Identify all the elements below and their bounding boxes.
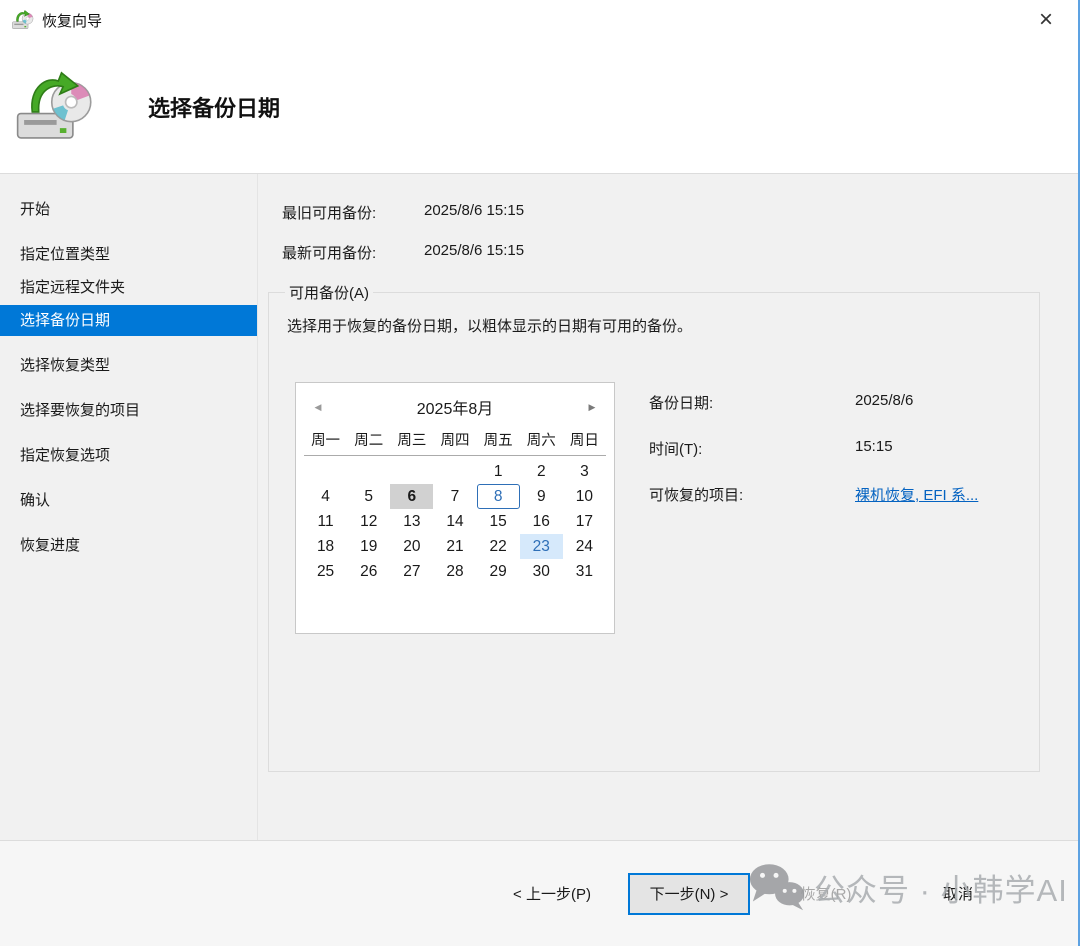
detail-row: 时间(T):15:15 — [649, 438, 978, 459]
calendar-day-10[interactable]: 10 — [563, 484, 606, 509]
close-button[interactable]: × — [1030, 4, 1062, 36]
calendar-day-5[interactable]: 5 — [347, 484, 390, 509]
calendar-day-header: 周四 — [433, 429, 476, 450]
recover-button: 恢复(R) — [770, 875, 882, 913]
sidebar-step-6: 选择要恢复的项目 — [0, 395, 257, 426]
detail-row: 备份日期:2025/8/6 — [649, 392, 978, 413]
calendar-day-11[interactable]: 11 — [304, 509, 347, 534]
calendar-day-29[interactable]: 29 — [477, 559, 520, 584]
calendar-day-8[interactable]: 8 — [477, 484, 520, 509]
calendar-header: ◀ 2025年8月 ▶ — [310, 395, 600, 419]
calendar-day-24[interactable]: 24 — [563, 534, 606, 559]
calendar-day-2[interactable]: 2 — [520, 459, 563, 484]
summary-row: 最旧可用备份:2025/8/6 15:15 — [282, 202, 1040, 223]
calendar-next-icon[interactable]: ▶ — [584, 402, 600, 413]
calendar-day-27[interactable]: 27 — [390, 559, 433, 584]
calendar-day-headers: 周一周二周三周四周五周六周日 — [304, 429, 606, 456]
detail-value: 2025/8/6 — [855, 392, 913, 413]
wizard-body: 开始指定位置类型指定远程文件夹选择备份日期选择恢复类型选择要恢复的项目指定恢复选… — [0, 174, 1078, 840]
calendar-day-20[interactable]: 20 — [390, 534, 433, 559]
wizard-footer: < 上一步(P) 下一步(N) > 恢复(R) 取消 — [0, 840, 1078, 946]
titlebar: 恢复向导 × — [0, 0, 1078, 40]
window-title: 恢复向导 — [42, 10, 102, 31]
sidebar-step-9: 恢复进度 — [0, 530, 257, 561]
detail-label: 备份日期: — [649, 392, 855, 413]
calendar-day-3[interactable]: 3 — [563, 459, 606, 484]
calendar-day-30[interactable]: 30 — [520, 559, 563, 584]
page-title: 选择备份日期 — [148, 91, 280, 123]
calendar-day-12[interactable]: 12 — [347, 509, 390, 534]
calendar: ◀ 2025年8月 ▶ 周一周二周三周四周五周六周日 1234567891011… — [295, 382, 615, 634]
summary-value: 2025/8/6 15:15 — [424, 202, 524, 223]
calendar-day-header: 周三 — [390, 429, 433, 450]
calendar-day-header: 周六 — [520, 429, 563, 450]
wizard-header: 选择备份日期 — [0, 40, 1078, 174]
available-backups-groupbox: 可用备份(A) 选择用于恢复的备份日期，以粗体显示的日期有可用的备份。 ◀ 20… — [268, 282, 1040, 772]
calendar-day-header: 周日 — [563, 429, 606, 450]
calendar-day-14[interactable]: 14 — [433, 509, 476, 534]
sidebar-step-3: 指定远程文件夹 — [0, 272, 257, 303]
calendar-day-13[interactable]: 13 — [390, 509, 433, 534]
backup-drive-icon — [16, 68, 94, 146]
calendar-prev-icon[interactable]: ◀ — [310, 402, 326, 413]
cancel-button[interactable]: 取消 — [902, 875, 1014, 913]
calendar-day-4[interactable]: 4 — [304, 484, 347, 509]
sidebar-step-2: 指定位置类型 — [0, 239, 257, 270]
calendar-day-18[interactable]: 18 — [304, 534, 347, 559]
calendar-day-empty — [433, 459, 476, 484]
calendar-month-label: 2025年8月 — [326, 395, 584, 419]
calendar-day-23[interactable]: 23 — [520, 534, 563, 559]
calendar-day-empty — [347, 459, 390, 484]
next-button[interactable]: 下一步(N) > — [628, 873, 750, 915]
groupbox-legend: 可用备份(A) — [285, 282, 373, 303]
groupbox-description: 选择用于恢复的备份日期，以粗体显示的日期有可用的备份。 — [287, 315, 1023, 336]
calendar-day-28[interactable]: 28 — [433, 559, 476, 584]
calendar-day-22[interactable]: 22 — [477, 534, 520, 559]
calendar-day-17[interactable]: 17 — [563, 509, 606, 534]
detail-row: 可恢复的项目:裸机恢复, EFI 系... — [649, 484, 978, 505]
app-icon — [12, 9, 34, 31]
sidebar-step-4-selected: 选择备份日期 — [0, 305, 257, 336]
calendar-day-15[interactable]: 15 — [477, 509, 520, 534]
sidebar-step-7: 指定恢复选项 — [0, 440, 257, 471]
back-button[interactable]: < 上一步(P) — [496, 875, 608, 913]
calendar-day-header: 周一 — [304, 429, 347, 450]
calendar-day-26[interactable]: 26 — [347, 559, 390, 584]
summary-row: 最新可用备份:2025/8/6 15:15 — [282, 242, 1040, 263]
summary-value: 2025/8/6 15:15 — [424, 242, 524, 263]
detail-label: 时间(T): — [649, 438, 855, 459]
sidebar-step-8: 确认 — [0, 485, 257, 516]
calendar-day-31[interactable]: 31 — [563, 559, 606, 584]
detail-label: 可恢复的项目: — [649, 484, 855, 505]
sidebar-step-5: 选择恢复类型 — [0, 350, 257, 381]
calendar-grid: 1234567891011121314151617181920212223242… — [304, 459, 606, 584]
backup-details: 备份日期:2025/8/6 时间(T):15:15 可恢复的项目:裸机恢复, EFI… — [649, 382, 978, 634]
calendar-day-7[interactable]: 7 — [433, 484, 476, 509]
backup-summary: 最旧可用备份:2025/8/6 15:15最新可用备份:2025/8/6 15:… — [282, 202, 1040, 263]
page-content: 最旧可用备份:2025/8/6 15:15最新可用备份:2025/8/6 15:… — [258, 174, 1078, 840]
calendar-day-1[interactable]: 1 — [477, 459, 520, 484]
recovery-wizard-window: 恢复向导 × 选择备份日期 开始指定位置类型指定远程文件夹选择备份日期选择恢复类… — [0, 0, 1080, 946]
recoverable-items-link[interactable]: 裸机恢复, EFI 系... — [855, 484, 978, 505]
calendar-day-empty — [390, 459, 433, 484]
calendar-day-21[interactable]: 21 — [433, 534, 476, 559]
summary-label: 最旧可用备份: — [282, 202, 424, 223]
calendar-day-empty — [304, 459, 347, 484]
wizard-steps-sidebar: 开始指定位置类型指定远程文件夹选择备份日期选择恢复类型选择要恢复的项目指定恢复选… — [0, 174, 258, 840]
sidebar-step-1: 开始 — [0, 194, 257, 225]
calendar-day-header: 周五 — [477, 429, 520, 450]
calendar-day-16[interactable]: 16 — [520, 509, 563, 534]
calendar-day-19[interactable]: 19 — [347, 534, 390, 559]
detail-value: 15:15 — [855, 438, 893, 459]
calendar-day-6[interactable]: 6 — [390, 484, 433, 509]
calendar-day-9[interactable]: 9 — [520, 484, 563, 509]
calendar-day-header: 周二 — [347, 429, 390, 450]
calendar-day-25[interactable]: 25 — [304, 559, 347, 584]
summary-label: 最新可用备份: — [282, 242, 424, 263]
